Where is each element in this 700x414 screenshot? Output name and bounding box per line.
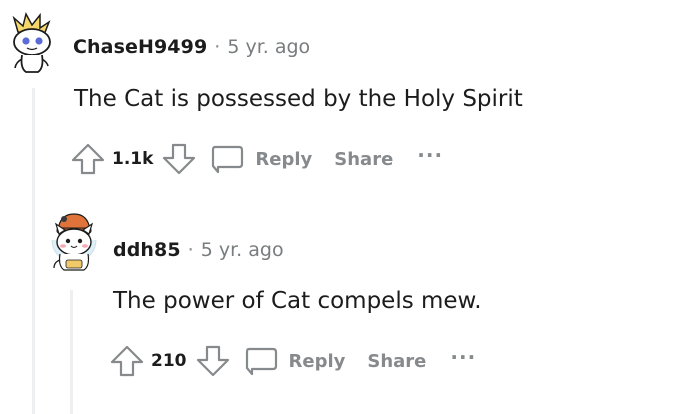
reply-label: Reply — [288, 350, 346, 372]
meta-separator: · — [187, 239, 194, 261]
meta-separator: · — [214, 36, 221, 58]
comment-body: The Cat is possessed by the Holy Spirit — [74, 86, 523, 112]
vote-count: 210 — [151, 351, 187, 371]
more-options-button[interactable]: ··· — [450, 345, 476, 369]
comment-body: The power of Cat compels mew. — [113, 288, 482, 314]
share-button[interactable]: Share — [334, 149, 393, 170]
upvote-arrow-icon[interactable] — [109, 344, 145, 378]
reply-button[interactable]: Reply — [243, 344, 346, 378]
comment-username[interactable]: ddh85 — [113, 239, 181, 261]
downvote-arrow-icon[interactable] — [161, 142, 197, 176]
upvote-arrow-icon[interactable] — [70, 142, 106, 176]
comment-timestamp[interactable]: 5 yr. ago — [201, 239, 284, 261]
reply-button[interactable]: Reply — [209, 142, 312, 176]
comment-timestamp[interactable]: 5 yr. ago — [227, 36, 310, 58]
comment-bubble-icon — [209, 142, 245, 176]
cat-avatar-icon[interactable] — [48, 210, 100, 272]
thread-line-parent[interactable] — [32, 88, 35, 414]
thread-line-reply[interactable] — [70, 290, 73, 414]
reply-label: Reply — [255, 148, 313, 170]
share-button[interactable]: Share — [367, 351, 426, 372]
snoo-avatar-icon[interactable] — [6, 10, 56, 74]
more-options-button[interactable]: ··· — [417, 143, 443, 167]
comment-username[interactable]: ChaseH9499 — [73, 36, 207, 58]
vote-count: 1.1k — [112, 149, 154, 169]
comment-bubble-icon — [243, 344, 279, 378]
downvote-arrow-icon[interactable] — [195, 344, 231, 378]
